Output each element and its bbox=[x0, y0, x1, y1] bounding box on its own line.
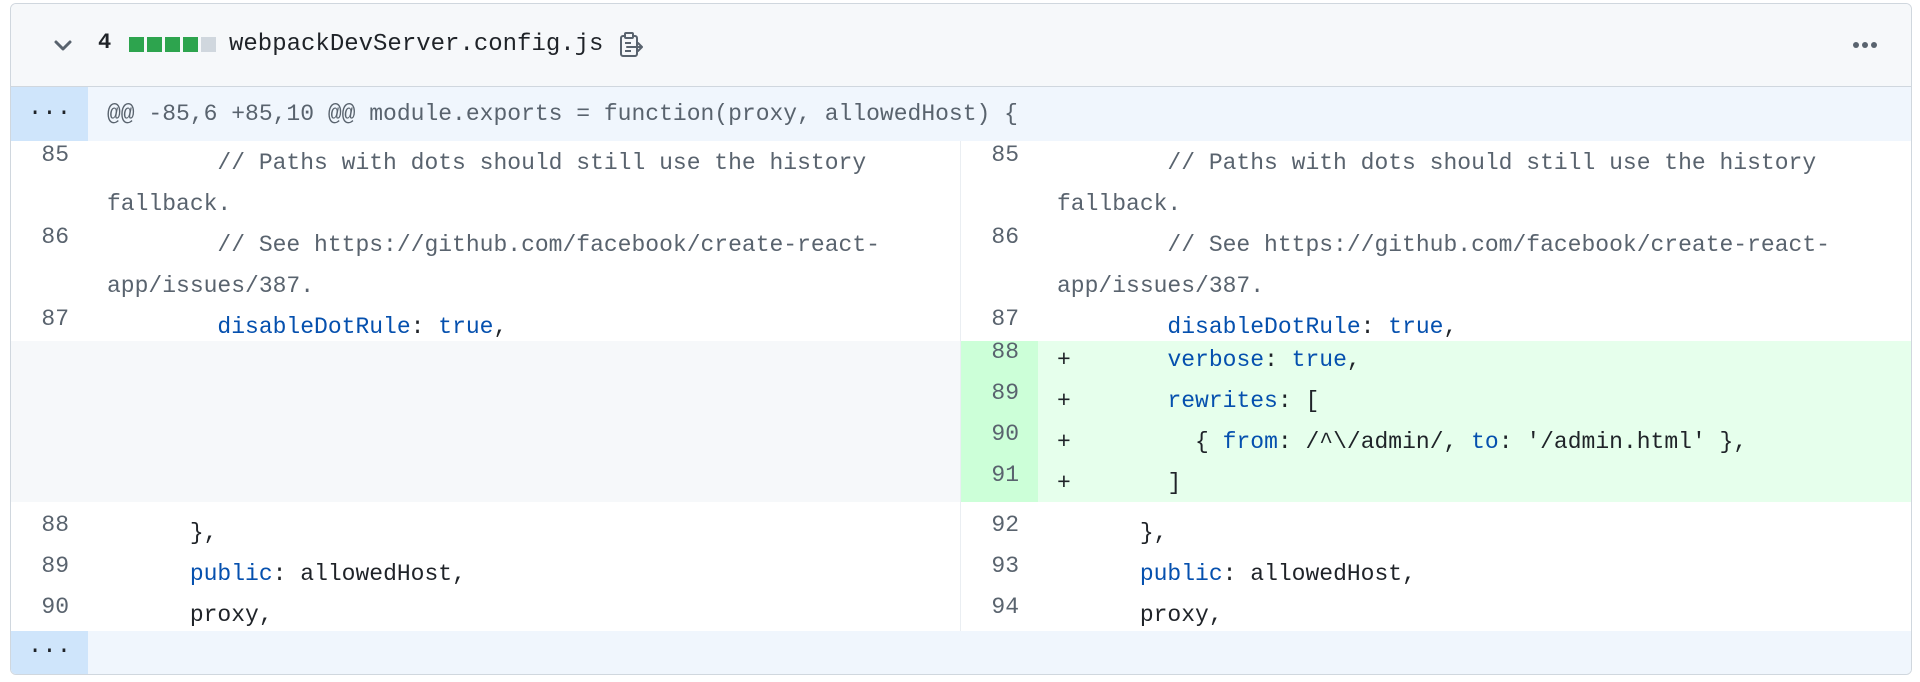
change-count: 4 bbox=[98, 30, 112, 55]
diffstat-block bbox=[129, 37, 144, 52]
code-line-wrap: app/issues/387. bbox=[1057, 273, 1265, 299]
code-line: proxy, bbox=[1057, 602, 1223, 628]
code-token: : allowedHost, bbox=[272, 561, 466, 587]
code-token: disableDotRule bbox=[217, 314, 411, 340]
code-token: disableDotRule bbox=[1167, 314, 1361, 340]
line-number[interactable]: 94 bbox=[961, 594, 1019, 620]
expand-up-button[interactable]: ... bbox=[11, 87, 88, 141]
line-number[interactable]: 86 bbox=[961, 224, 1019, 250]
code-token: : bbox=[1360, 314, 1389, 340]
file-header: 4 webpackDevServer.config.js bbox=[11, 4, 1911, 87]
line-number[interactable]: 91 bbox=[961, 462, 1019, 488]
code-line-wrap: fallback. bbox=[1057, 191, 1182, 217]
diffstat bbox=[129, 37, 216, 52]
line-number[interactable]: 93 bbox=[961, 553, 1019, 579]
diffstat-block bbox=[183, 37, 198, 52]
file-name-link[interactable]: webpackDevServer.config.js bbox=[229, 31, 603, 58]
code-token: true bbox=[1291, 347, 1347, 373]
code-line-wrap: fallback. bbox=[107, 191, 232, 217]
code-token: : '/admin.html' }, bbox=[1498, 429, 1748, 455]
code-token: , bbox=[493, 314, 508, 340]
code-token: ] bbox=[1167, 470, 1182, 496]
line-number[interactable]: 92 bbox=[961, 512, 1019, 538]
line-number[interactable]: 89 bbox=[11, 553, 69, 579]
code-token: }, bbox=[1139, 520, 1168, 546]
code-token: verbose bbox=[1167, 347, 1265, 373]
code-line: public: allowedHost, bbox=[1057, 561, 1416, 587]
line-number[interactable]: 86 bbox=[11, 224, 69, 250]
addition-marker: + bbox=[1057, 347, 1071, 373]
line-number[interactable]: 87 bbox=[11, 306, 69, 332]
chevron-down-icon[interactable] bbox=[49, 31, 77, 59]
code-line: // Paths with dots should still use the … bbox=[1057, 150, 1817, 176]
code-line: }, bbox=[107, 520, 218, 546]
line-number[interactable]: 88 bbox=[961, 339, 1019, 365]
diffstat-block bbox=[201, 37, 216, 52]
addition-line: + { from: /^\/admin/, to: '/admin.html' … bbox=[1057, 429, 1747, 455]
code-line: // See https://github.com/facebook/creat… bbox=[1057, 232, 1830, 258]
code-line-wrap: app/issues/387. bbox=[107, 273, 315, 299]
bottom-hunk: ... bbox=[11, 631, 1911, 674]
line-number[interactable]: 89 bbox=[961, 380, 1019, 406]
code-token: to bbox=[1471, 429, 1499, 455]
code-token: public bbox=[1139, 561, 1223, 587]
code-token: { bbox=[1167, 429, 1223, 455]
code-token: : bbox=[410, 314, 439, 340]
addition-marker: + bbox=[1057, 429, 1071, 455]
diffstat-block bbox=[165, 37, 180, 52]
code-token: true bbox=[1388, 314, 1444, 340]
code-token: : [ bbox=[1277, 388, 1320, 414]
hunk-header-text: @@ -85,6 +85,10 @@ module.exports = func… bbox=[107, 101, 1018, 127]
expand-down-button[interactable]: ... bbox=[11, 631, 88, 674]
addition-line: + ] bbox=[1057, 470, 1181, 496]
line-number[interactable]: 88 bbox=[11, 512, 69, 538]
addition-line: + rewrites: [ bbox=[1057, 388, 1319, 414]
addition-line: + verbose: true, bbox=[1057, 347, 1361, 373]
code-token: rewrites bbox=[1167, 388, 1278, 414]
code-token: public bbox=[189, 561, 273, 587]
hunk-header: ... @@ -85,6 +85,10 @@ module.exports = … bbox=[11, 87, 1911, 141]
empty-left-block bbox=[11, 341, 960, 502]
code-token: , bbox=[1443, 314, 1458, 340]
addition-marker: + bbox=[1057, 388, 1071, 414]
line-number[interactable]: 85 bbox=[961, 142, 1019, 168]
code-token: : allowedHost, bbox=[1222, 561, 1416, 587]
code-token: from bbox=[1222, 429, 1278, 455]
code-line: // Paths with dots should still use the … bbox=[107, 150, 867, 176]
addition-marker: + bbox=[1057, 470, 1071, 496]
copy-path-icon[interactable] bbox=[614, 29, 646, 61]
code-token: : bbox=[1264, 347, 1292, 373]
code-line: public: allowedHost, bbox=[107, 561, 466, 587]
code-token: proxy, bbox=[1139, 602, 1223, 628]
code-line: // See https://github.com/facebook/creat… bbox=[107, 232, 880, 258]
code-line: disableDotRule: true, bbox=[1057, 314, 1457, 340]
line-number[interactable]: 85 bbox=[11, 142, 69, 168]
code-token: : /^\/admin/, bbox=[1277, 429, 1472, 455]
line-number[interactable]: 90 bbox=[11, 594, 69, 620]
code-token: proxy, bbox=[189, 602, 273, 628]
code-line: proxy, bbox=[107, 602, 273, 628]
kebab-horizontal-icon[interactable] bbox=[1847, 28, 1883, 62]
code-line: disableDotRule: true, bbox=[107, 314, 507, 340]
diffstat-block bbox=[147, 37, 162, 52]
code-line: }, bbox=[1057, 520, 1168, 546]
diff-file: 4 webpackDevServer.config.js ... @@ -85,… bbox=[10, 3, 1912, 675]
code-token: true bbox=[438, 314, 494, 340]
code-token: }, bbox=[189, 520, 218, 546]
code-token: , bbox=[1346, 347, 1361, 373]
line-number[interactable]: 90 bbox=[961, 421, 1019, 447]
line-number[interactable]: 87 bbox=[961, 306, 1019, 332]
